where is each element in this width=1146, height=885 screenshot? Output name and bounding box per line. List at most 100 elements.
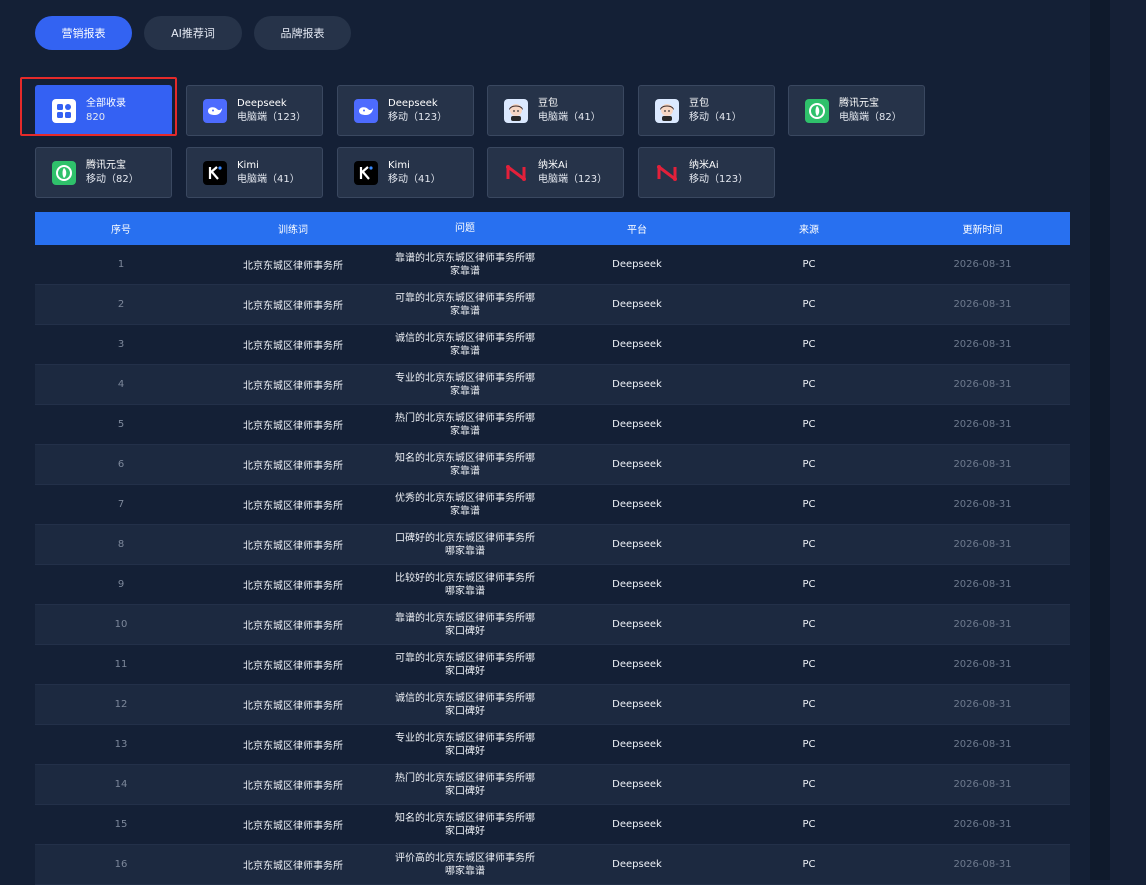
cell-keyword: 北京东城区律师事务所 <box>243 781 343 792</box>
card-yuanbao-pc[interactable]: 腾讯元宝电脑端（82） <box>788 85 925 136</box>
cell-source: PC <box>802 339 816 350</box>
cell-source: PC <box>802 459 816 470</box>
page-right-panel <box>1110 0 1146 880</box>
page-right-gutter <box>1090 0 1110 880</box>
cell-question: 靠谱的北京东城区律师事务所哪家靠谱 <box>395 252 535 277</box>
card-deepseek-mobile[interactable]: Deepseek 移动（123） <box>337 85 474 136</box>
card-name: Kimi <box>388 159 410 171</box>
card-nami-mobile[interactable]: 纳米Ai 移动（123） <box>638 147 775 198</box>
cell-updated: 2026-08-31 <box>953 779 1012 790</box>
cell-source: PC <box>802 739 816 750</box>
tab-brand-report[interactable]: 品牌报表 <box>254 16 351 50</box>
cell-keyword: 北京东城区律师事务所 <box>243 581 343 592</box>
card-nami-pc[interactable]: 纳米Ai 电脑端（123） <box>487 147 624 198</box>
cell-updated: 2026-08-31 <box>953 619 1012 630</box>
card-doubao-pc[interactable]: 豆包 电脑端（41） <box>487 85 624 136</box>
cell-index: 14 <box>114 779 128 790</box>
cell-keyword: 北京东城区律师事务所 <box>243 501 343 512</box>
cell-keyword: 北京东城区律师事务所 <box>243 661 343 672</box>
cell-index: 2 <box>117 299 125 310</box>
cell-source: PC <box>802 659 816 670</box>
cell-index: 9 <box>117 579 125 590</box>
yuanbao-icon <box>805 98 829 123</box>
cell-index: 13 <box>114 739 128 750</box>
header-index: 序号 <box>111 225 131 236</box>
cell-keyword: 北京东城区律师事务所 <box>243 701 343 712</box>
cell-question: 专业的北京东城区律师事务所哪家口碑好 <box>395 732 535 757</box>
cell-platform: Deepseek <box>612 779 662 790</box>
tab-marketing-report[interactable]: 营销报表 <box>35 16 132 50</box>
cell-keyword: 北京东城区律师事务所 <box>243 821 343 832</box>
doubao-avatar-icon <box>504 98 528 123</box>
card-count: 移动（41） <box>689 111 742 123</box>
cell-source: PC <box>802 259 816 270</box>
cell-platform: Deepseek <box>612 459 662 470</box>
cell-updated: 2026-08-31 <box>953 499 1012 510</box>
yuanbao-icon <box>52 160 76 185</box>
cell-source: PC <box>802 579 816 590</box>
cell-source: PC <box>802 619 816 630</box>
header-question: 问题 <box>455 223 475 234</box>
table-row: 3 北京东城区律师事务所 诚信的北京东城区律师事务所哪家靠谱 Deepseek PC 20… <box>35 325 1070 365</box>
cell-platform: Deepseek <box>612 379 662 390</box>
cell-platform: Deepseek <box>612 739 662 750</box>
cell-question: 知名的北京东城区律师事务所哪家口碑好 <box>395 812 535 837</box>
cell-updated: 2026-08-31 <box>953 459 1012 470</box>
card-kimi-pc[interactable]: Kimi 电脑端（41） <box>186 147 323 198</box>
card-count: 电脑端（82） <box>839 111 902 123</box>
cell-platform: Deepseek <box>612 499 662 510</box>
cell-source: PC <box>802 299 816 310</box>
table-row: 6 北京东城区律师事务所 知名的北京东城区律师事务所哪家靠谱 Deepseek PC 20… <box>35 445 1070 485</box>
table-row: 4 北京东城区律师事务所 专业的北京东城区律师事务所哪家靠谱 Deepseek PC 20… <box>35 365 1070 405</box>
card-deepseek-pc[interactable]: Deepseek 电脑端（123） <box>186 85 323 136</box>
nami-ai-icon <box>504 161 528 185</box>
cell-keyword: 北京东城区律师事务所 <box>243 461 343 472</box>
cell-platform: Deepseek <box>612 659 662 670</box>
cell-keyword: 北京东城区律师事务所 <box>243 421 343 432</box>
tab-ai-keywords[interactable]: AI推荐词 <box>144 16 242 50</box>
card-name: 腾讯元宝 <box>839 97 879 109</box>
cell-platform: Deepseek <box>612 339 662 350</box>
table-header: 序号 训练词 问题 平台 来源 更新时间 <box>35 212 1070 245</box>
table-row: 9 北京东城区律师事务所 比较好的北京东城区律师事务所哪家靠谱 Deepseek PC 2… <box>35 565 1070 605</box>
cell-question: 靠谱的北京东城区律师事务所哪家口碑好 <box>395 612 535 637</box>
card-name: 腾讯元宝 <box>86 159 126 171</box>
cell-updated: 2026-08-31 <box>953 659 1012 670</box>
card-doubao-mobile[interactable]: 豆包 移动（41） <box>638 85 775 136</box>
cell-index: 10 <box>114 619 128 630</box>
table-row: 1 北京东城区律师事务所 靠谱的北京东城区律师事务所哪家靠谱 Deepseek PC 20… <box>35 245 1070 285</box>
cell-index: 8 <box>117 539 125 550</box>
card-count: 移动（82） <box>86 173 139 185</box>
cell-keyword: 北京东城区律师事务所 <box>243 381 343 392</box>
card-count: 移动（123） <box>689 173 749 185</box>
cell-platform: Deepseek <box>612 819 662 830</box>
cell-keyword: 北京东城区律师事务所 <box>243 541 343 552</box>
cell-keyword: 北京东城区律师事务所 <box>243 741 343 752</box>
report-tabs: 营销报表 AI推荐词 品牌报表 <box>35 16 351 50</box>
card-name: 纳米Ai <box>689 159 719 171</box>
card-kimi-mobile[interactable]: Kimi 移动（41） <box>337 147 474 198</box>
cell-platform: Deepseek <box>612 299 662 310</box>
cell-keyword: 北京东城区律师事务所 <box>243 861 343 872</box>
cell-index: 15 <box>114 819 128 830</box>
cell-index: 12 <box>114 699 128 710</box>
table-body: 1 北京东城区律师事务所 靠谱的北京东城区律师事务所哪家靠谱 Deepseek PC 20… <box>35 245 1070 885</box>
card-yuanbao-mobile[interactable]: 腾讯元宝移动（82） <box>35 147 172 198</box>
cell-source: PC <box>802 699 816 710</box>
card-count: 移动（123） <box>388 111 448 123</box>
cell-index: 7 <box>117 499 125 510</box>
cell-keyword: 北京东城区律师事务所 <box>243 621 343 632</box>
cell-updated: 2026-08-31 <box>953 539 1012 550</box>
cell-platform: Deepseek <box>612 539 662 550</box>
header-source: 来源 <box>799 225 819 236</box>
cell-source: PC <box>802 539 816 550</box>
cell-index: 11 <box>114 659 128 670</box>
cell-source: PC <box>802 779 816 790</box>
cell-question: 知名的北京东城区律师事务所哪家靠谱 <box>395 452 535 477</box>
card-name: Deepseek <box>388 97 438 109</box>
card-count: 电脑端（41） <box>538 111 601 123</box>
header-updated: 更新时间 <box>962 225 1003 236</box>
table-row: 8 北京东城区律师事务所 口碑好的北京东城区律师事务所哪家靠谱 Deepseek PC 2… <box>35 525 1070 565</box>
cell-question: 优秀的北京东城区律师事务所哪家靠谱 <box>395 492 535 517</box>
card-count: 电脑端（41） <box>237 173 300 185</box>
